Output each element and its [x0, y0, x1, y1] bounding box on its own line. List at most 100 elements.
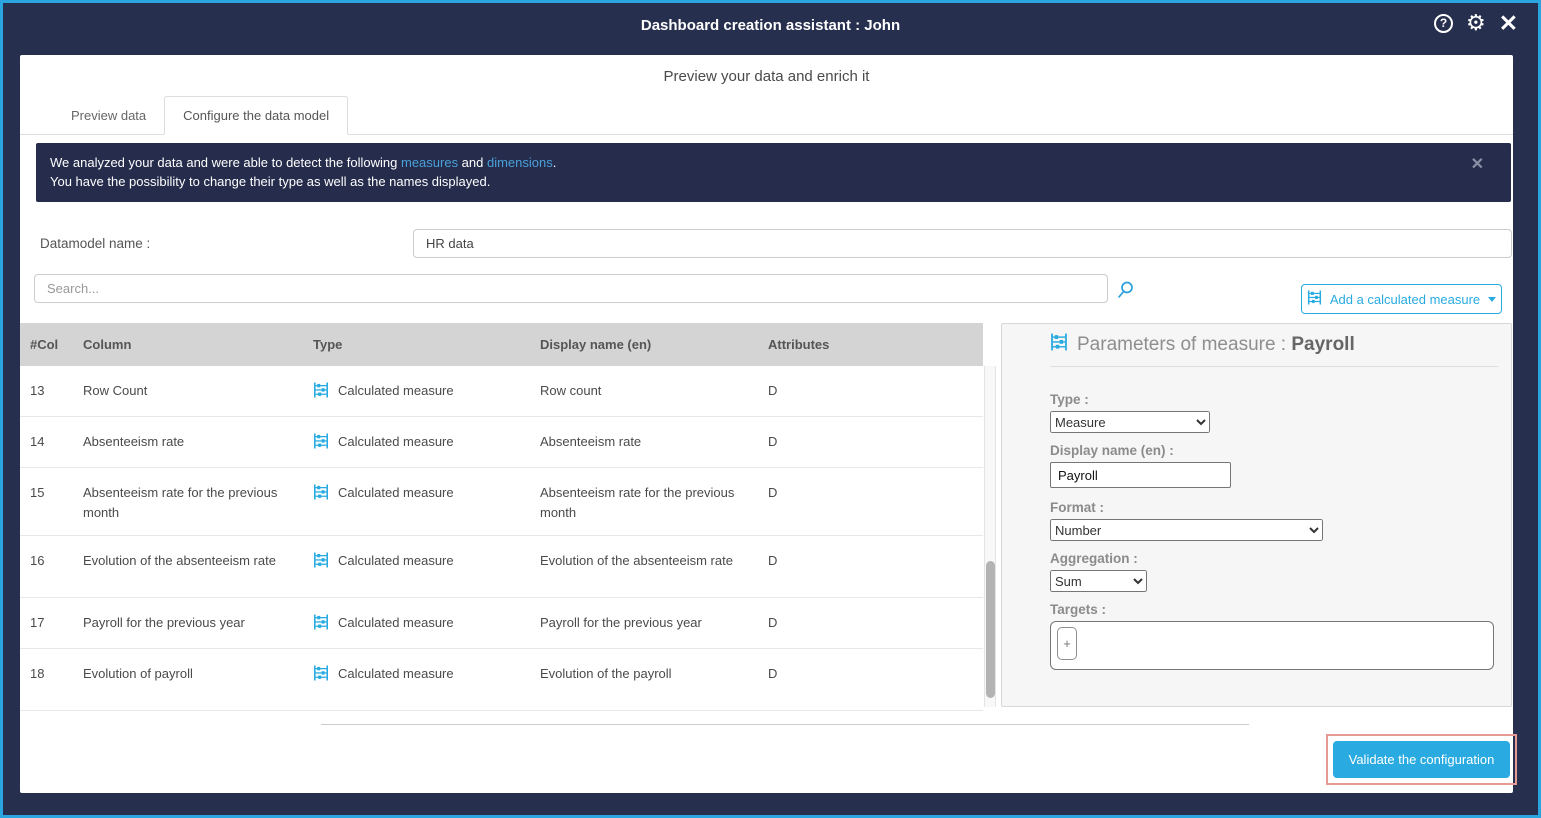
- dimensions-link[interactable]: dimensions: [487, 155, 553, 170]
- targets-box: +: [1050, 621, 1494, 670]
- cell-attributes: D: [768, 649, 983, 710]
- format-select[interactable]: Number: [1050, 519, 1323, 541]
- parameters-title-prefix: Parameters of measure :: [1077, 334, 1291, 355]
- col-header-num: #Col: [20, 337, 83, 352]
- format-label: Format :: [1050, 500, 1104, 515]
- banner-text: We analyzed your data and were able to d…: [50, 155, 401, 170]
- help-icon[interactable]: ?: [1434, 14, 1453, 33]
- type-label: Calculated measure: [338, 551, 454, 571]
- col-header-display-name: Display name (en): [540, 337, 768, 352]
- table-scrollbar-track[interactable]: [984, 366, 996, 707]
- type-label: Calculated measure: [338, 483, 454, 503]
- cell-col-num: 17: [20, 598, 83, 648]
- type-label: Calculated measure: [338, 613, 454, 633]
- cell-display-name: Absenteeism rate: [540, 417, 768, 467]
- cell-display-name: Payroll for the previous year: [540, 598, 768, 648]
- cell-column: Row Count: [83, 366, 313, 416]
- table-row[interactable]: 18 Evolution of payroll Calculated measu…: [20, 649, 983, 711]
- datamodel-name-input[interactable]: [413, 229, 1512, 258]
- gear-icon[interactable]: ⚙: [1466, 12, 1486, 34]
- add-calculated-measure-button[interactable]: Add a calculated measure: [1301, 284, 1502, 314]
- cell-display-name: Absenteeism rate for the previous month: [540, 468, 768, 535]
- panel-divider: [1050, 366, 1498, 367]
- highlight-annotation: Validate the configuration: [1326, 734, 1517, 785]
- search-icon[interactable]: [1115, 280, 1135, 305]
- cell-column: Evolution of the absenteeism rate: [83, 536, 313, 597]
- banner-text: .: [553, 155, 557, 170]
- add-calculated-measure-label: Add a calculated measure: [1330, 292, 1480, 307]
- cell-type: Calculated measure: [313, 366, 540, 416]
- type-label: Calculated measure: [338, 664, 454, 684]
- calculated-measure-icon: [1307, 290, 1322, 308]
- window-title: Dashboard creation assistant : John: [3, 17, 1538, 34]
- col-header-type: Type: [313, 337, 540, 352]
- calculated-measure-icon: [1050, 333, 1068, 357]
- cell-attributes: D: [768, 598, 983, 648]
- display-name-input[interactable]: [1050, 462, 1231, 488]
- table-row[interactable]: 17 Payroll for the previous year Calcula…: [20, 598, 983, 649]
- tab-bar: Preview data Configure the data model: [20, 96, 1513, 135]
- type-select[interactable]: Measure: [1050, 411, 1210, 433]
- content-panel: Preview your data and enrich it Preview …: [20, 55, 1513, 793]
- parameters-panel: Parameters of measure : Payroll Type : M…: [1001, 323, 1512, 707]
- banner-close-icon[interactable]: ✕: [1471, 155, 1484, 174]
- cell-attributes: D: [768, 468, 983, 535]
- type-label: Type :: [1050, 392, 1089, 407]
- measure-name: Payroll: [1291, 334, 1354, 355]
- cell-column: Payroll for the previous year: [83, 598, 313, 648]
- calculated-measure-icon: [313, 613, 329, 636]
- cell-type: Calculated measure: [313, 468, 540, 535]
- cell-display-name: Evolution of the payroll: [540, 649, 768, 710]
- close-icon[interactable]: ✕: [1499, 12, 1518, 34]
- table-row[interactable]: 16 Evolution of the absenteeism rate Cal…: [20, 536, 983, 598]
- page-title: Preview your data and enrich it: [20, 68, 1513, 85]
- add-target-button[interactable]: +: [1057, 627, 1077, 660]
- cell-type: Calculated measure: [313, 598, 540, 648]
- aggregation-select[interactable]: Sum: [1050, 570, 1147, 592]
- validate-configuration-button[interactable]: Validate the configuration: [1333, 741, 1510, 778]
- table-scrollbar-thumb[interactable]: [986, 561, 995, 698]
- titlebar: Dashboard creation assistant : John ? ⚙ …: [3, 3, 1538, 55]
- type-label: Calculated measure: [338, 381, 454, 401]
- aggregation-label: Aggregation :: [1050, 551, 1138, 566]
- calculated-measure-icon: [313, 664, 329, 687]
- tab-configure-data-model[interactable]: Configure the data model: [164, 96, 348, 135]
- cell-attributes: D: [768, 417, 983, 467]
- cell-col-num: 16: [20, 536, 83, 597]
- cell-type: Calculated measure: [313, 536, 540, 597]
- tab-preview-data[interactable]: Preview data: [53, 97, 164, 134]
- table-header-row: #Col Column Type Display name (en) Attri…: [20, 323, 983, 366]
- banner-line-2: You have the possibility to change their…: [50, 172, 1471, 191]
- cell-display-name: Evolution of the absenteeism rate: [540, 536, 768, 597]
- calculated-measure-icon: [313, 551, 329, 574]
- banner-line-1: We analyzed your data and were able to d…: [50, 153, 1471, 172]
- cell-column: Evolution of payroll: [83, 649, 313, 710]
- table-row[interactable]: 13 Row Count Calculated measure Row coun…: [20, 366, 983, 417]
- calculated-measure-icon: [313, 381, 329, 404]
- cell-column: Absenteeism rate for the previous month: [83, 468, 313, 535]
- table-row[interactable]: 14 Absenteeism rate Calculated measure A…: [20, 417, 983, 468]
- col-header-column: Column: [83, 337, 313, 352]
- banner-text: and: [458, 155, 487, 170]
- search-input[interactable]: [34, 274, 1108, 303]
- cell-type: Calculated measure: [313, 417, 540, 467]
- cell-column: Absenteeism rate: [83, 417, 313, 467]
- display-name-label: Display name (en) :: [1050, 443, 1174, 458]
- calculated-measure-icon: [313, 483, 329, 506]
- type-label: Calculated measure: [338, 432, 454, 452]
- table-row[interactable]: 15 Absenteeism rate for the previous mon…: [20, 468, 983, 536]
- cell-attributes: D: [768, 536, 983, 597]
- footer-divider: [321, 724, 1249, 725]
- cell-type: Calculated measure: [313, 649, 540, 710]
- dashboard-assistant-modal: { "window": { "title": "Dashboard creati…: [0, 0, 1541, 818]
- datamodel-name-label: Datamodel name :: [40, 236, 150, 251]
- info-banner: We analyzed your data and were able to d…: [36, 143, 1511, 202]
- chevron-down-icon: [1488, 297, 1496, 302]
- cell-col-num: 15: [20, 468, 83, 535]
- col-header-attributes: Attributes: [768, 337, 983, 352]
- measures-link[interactable]: measures: [401, 155, 458, 170]
- parameters-title-text: Parameters of measure : Payroll: [1077, 334, 1355, 356]
- cell-col-num: 14: [20, 417, 83, 467]
- targets-label: Targets :: [1050, 602, 1106, 617]
- cell-col-num: 13: [20, 366, 83, 416]
